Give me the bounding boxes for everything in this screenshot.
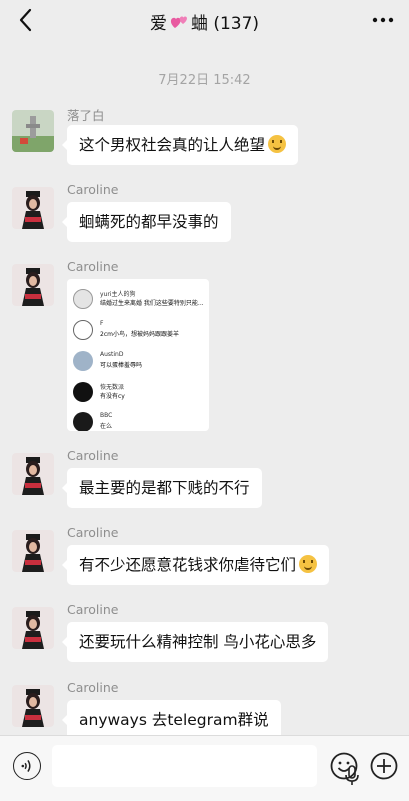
message-text: 有不少还愿意花钱求你虐待它们 — [79, 556, 297, 574]
message-row: Caroline 蛔螨死的都早没事的 — [12, 182, 402, 249]
screenshot-avatar — [73, 320, 93, 340]
weary-face-icon — [268, 135, 287, 153]
sender-name: 落了白 — [67, 108, 105, 123]
avatar[interactable] — [12, 607, 54, 649]
sender-name: Caroline — [67, 182, 119, 197]
screenshot-item-name: 恢无数派 — [100, 384, 125, 391]
chat-title-prefix: 爱 — [149, 14, 167, 34]
screenshot-item-name: BBC — [100, 412, 113, 419]
message-bubble[interactable]: 这个男权社会真的让人绝望 — [61, 125, 299, 165]
message-row: Caroline anyways 去telegram群说 — [12, 680, 402, 740]
screenshot-item: 恢无数派 有没有cy — [73, 380, 207, 410]
message-text: 还要玩什么精神控制 鸟小花心思多 — [79, 633, 317, 651]
grinning-squinting-face-icon — [299, 555, 318, 573]
screenshot-item-text: 有没有cy — [100, 393, 125, 400]
message-text: 最主要的是都下贱的不行 — [79, 479, 250, 497]
screenshot-item-name: F — [100, 320, 104, 327]
sender-name: Caroline — [67, 680, 119, 695]
message-input[interactable] — [52, 745, 359, 787]
message-bubble[interactable]: 有不少还愿意花钱求你虐待它们 — [61, 545, 330, 585]
screenshot-avatar — [73, 351, 93, 371]
message-bubble[interactable]: 蛔螨死的都早没事的 — [62, 202, 231, 242]
voice-icon[interactable] — [13, 752, 41, 780]
avatar[interactable] — [12, 187, 54, 229]
message-bubble[interactable]: anyways 去telegram群说 — [62, 700, 281, 740]
screenshot-avatar — [73, 289, 93, 309]
screenshot-avatar — [73, 382, 93, 402]
message-row: Caroline 最主要的是都下贱的不行 — [12, 448, 402, 515]
message-bubble[interactable]: 最主要的是都下贱的不行 — [62, 468, 262, 508]
message-bubble[interactable]: 还要玩什么精神控制 鸟小花心思多 — [61, 622, 329, 662]
screenshot-item: yuri主人的狗 结婚过生来离婚 我们这些要特别只能... — [73, 287, 207, 317]
hearts-icon — [170, 16, 187, 28]
message-row: Caroline 还要玩什么精神控制 鸟小花心思多 — [12, 602, 402, 669]
avatar[interactable] — [12, 453, 54, 495]
message-row: 落了白 这个男权社会真的让人绝望 — [12, 108, 402, 172]
screenshot-item-text: 可以蛋棒羞辱吗 — [100, 362, 143, 369]
avatar[interactable] — [12, 530, 54, 572]
message-text: anyways 去telegram群说 — [79, 711, 269, 729]
plus-icon[interactable] — [370, 752, 398, 780]
screenshot-item-text: 结婚过生来离婚 我们这些要特别只能... — [100, 300, 204, 307]
screenshot-item: F 2cm小鸟，想被妈妈跟跟姜羊 — [73, 318, 207, 348]
screenshot-avatar — [73, 412, 93, 431]
sender-name: Caroline — [67, 602, 119, 617]
more-dots-icon[interactable] — [371, 10, 395, 30]
screenshot-item: AustinD 可以蛋棒羞辱吗 — [73, 349, 207, 379]
sender-name: Caroline — [67, 448, 119, 463]
message-text: 这个男权社会真的让人绝望 — [79, 136, 266, 154]
message-row: Caroline 有不少还愿意花钱求你虐待它们 — [12, 525, 402, 592]
sender-name: Caroline — [67, 525, 119, 540]
screenshot-item: BBC 在么 — [73, 410, 207, 431]
chat-title: 爱 蛐 (137) — [0, 9, 409, 34]
message-timestamp: 7月22日 15:42 — [158, 73, 251, 88]
sender-name: Caroline — [67, 259, 119, 274]
emoji-icon[interactable] — [330, 752, 358, 780]
screenshot-item-name: AustinD — [100, 351, 124, 358]
message-text: 蛔螨死的都早没事的 — [79, 213, 219, 231]
screenshot-item-text: 在么 — [100, 423, 113, 430]
screenshot-item-name: yuri主人的狗 — [100, 291, 136, 298]
message-row: Caroline yuri主人的狗 结婚过生来离婚 我们这些要特别只能... F… — [12, 259, 402, 444]
chat-header: 爱 蛐 (137) — [0, 0, 409, 42]
screenshot-item-text: 2cm小鸟，想被妈妈跟跟姜羊 — [100, 331, 179, 338]
avatar[interactable] — [12, 110, 54, 152]
chat-input-bar — [0, 735, 409, 801]
avatar[interactable] — [12, 685, 54, 727]
avatar[interactable] — [12, 264, 54, 306]
chat-title-suffix: 蛐 (137) — [190, 14, 260, 34]
image-message[interactable]: yuri主人的狗 结婚过生来离婚 我们这些要特别只能... F 2cm小鸟，想被… — [67, 279, 209, 431]
